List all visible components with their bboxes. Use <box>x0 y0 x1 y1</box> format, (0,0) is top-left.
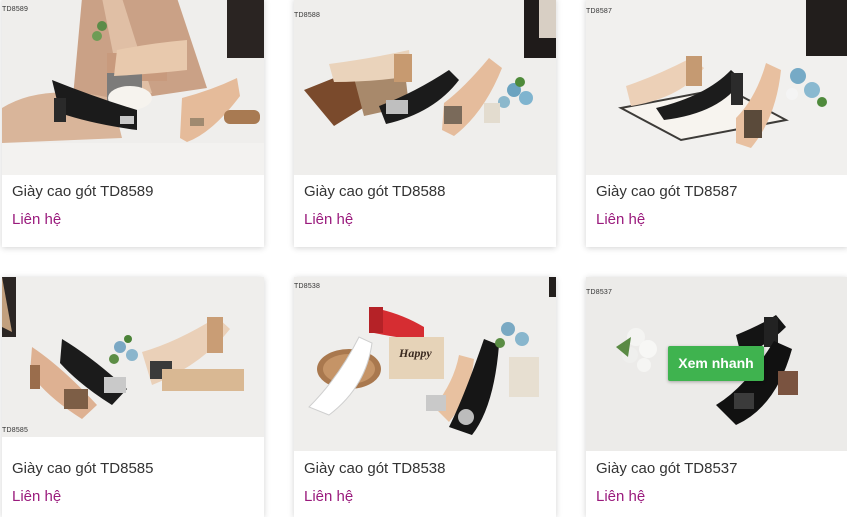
product-card[interactable]: Happy TD8538 Giày cao gót TD8538 Liên hệ <box>294 277 556 517</box>
product-code-watermark: TD8588 <box>294 12 321 19</box>
product-card[interactable]: TD8585 Giày cao gót TD8585 Liên hệ <box>2 277 264 517</box>
product-title[interactable]: Giày cao gót TD8587 <box>596 183 737 200</box>
box-text: Happy <box>398 346 432 360</box>
product-image[interactable]: TD8589 <box>2 0 264 175</box>
product-card[interactable]: TD8537 Xem nhanh Giày cao gót TD8537 Liê… <box>586 277 847 517</box>
quick-view-button[interactable]: Xem nhanh <box>668 346 764 381</box>
product-price-link[interactable]: Liên hệ <box>12 488 61 505</box>
product-image[interactable]: TD8588 <box>294 0 556 175</box>
product-title[interactable]: Giày cao gót TD8589 <box>12 183 153 200</box>
product-card[interactable]: TD8588 Giày cao gót TD8588 Liên hệ <box>294 0 556 247</box>
product-price-link[interactable]: Liên hệ <box>12 211 61 228</box>
product-card[interactable]: TD8589 Giày cao gót TD8589 Liên hệ <box>2 0 264 247</box>
product-code-watermark: TD8538 <box>294 283 321 290</box>
product-code-watermark: TD8537 <box>586 289 613 296</box>
product-title[interactable]: Giày cao gót TD8537 <box>596 460 737 477</box>
product-price-link[interactable]: Liên hệ <box>304 488 353 505</box>
product-image[interactable]: TD8537 Xem nhanh <box>586 277 847 451</box>
product-image[interactable]: TD8585 <box>2 277 264 437</box>
product-title[interactable]: Giày cao gót TD8585 <box>12 460 153 477</box>
product-code-watermark: TD8585 <box>2 427 29 434</box>
product-title[interactable]: Giày cao gót TD8538 <box>304 460 445 477</box>
product-image[interactable]: Happy TD8538 <box>294 277 556 451</box>
product-card[interactable]: TD8587 Giày cao gót TD8587 Liên hệ <box>586 0 847 247</box>
product-price-link[interactable]: Liên hệ <box>304 211 353 228</box>
product-price-link[interactable]: Liên hệ <box>596 488 645 505</box>
product-code-watermark: TD8589 <box>2 6 29 13</box>
product-price-link[interactable]: Liên hệ <box>596 211 645 228</box>
product-code-watermark: TD8587 <box>586 8 613 15</box>
product-image[interactable]: TD8587 <box>586 0 847 175</box>
product-title[interactable]: Giày cao gót TD8588 <box>304 183 445 200</box>
